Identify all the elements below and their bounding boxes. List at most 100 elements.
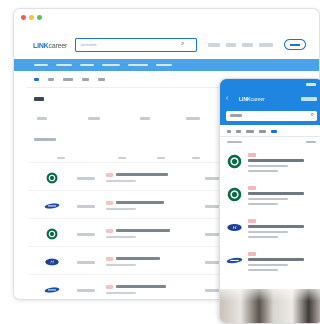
menu-item[interactable]: [80, 64, 94, 66]
status-bar: [220, 79, 320, 91]
header-link[interactable]: [242, 43, 253, 47]
job-detail: [248, 236, 278, 238]
search-input[interactable]: Jobkorea: [75, 38, 197, 52]
job-detail: [248, 269, 278, 271]
list-item[interactable]: [220, 149, 320, 175]
section-title: [34, 97, 44, 101]
job-detail: [248, 165, 288, 167]
tab[interactable]: [259, 130, 266, 133]
job-title-link[interactable]: [116, 173, 168, 176]
list-item[interactable]: [220, 248, 320, 274]
job-detail: [106, 292, 136, 294]
header-link[interactable]: [226, 43, 236, 47]
filter-search[interactable]: [186, 117, 200, 120]
job-detail: [248, 203, 278, 205]
tag-badge: [106, 229, 113, 233]
samsung-logo: [44, 284, 60, 296]
filter-dropdown[interactable]: [140, 117, 150, 120]
job-title-link[interactable]: [116, 229, 170, 232]
menu-item[interactable]: [128, 64, 148, 66]
tag-badge: [106, 257, 113, 261]
job-detail: [248, 231, 288, 233]
samsung-logo: [44, 200, 60, 212]
deadline-date: [205, 261, 219, 264]
job-detail: [106, 264, 136, 266]
header-link[interactable]: [259, 43, 273, 47]
tag-badge: [248, 219, 256, 223]
job-title-link[interactable]: [116, 285, 166, 288]
close-window-button[interactable]: [21, 15, 26, 20]
result-count: [34, 138, 56, 141]
deadline-date: [205, 205, 219, 208]
company-name[interactable]: [77, 177, 95, 180]
main-menu-bar: [14, 59, 319, 71]
mobile-result-tabs: [227, 130, 277, 133]
hyundai-logo: H: [44, 256, 60, 268]
result-count: [227, 141, 242, 143]
mobile-search-input[interactable]: ⌕: [226, 111, 317, 121]
tag-badge: [106, 285, 113, 289]
job-title-link[interactable]: [248, 258, 304, 261]
site-logo[interactable]: LINKcareer: [33, 43, 67, 50]
samsung-logo: [226, 253, 243, 268]
svg-text:H: H: [233, 225, 237, 231]
menu-item[interactable]: [34, 64, 48, 66]
result-tabs: [34, 78, 105, 81]
column-header: [118, 157, 126, 159]
job-detail: [106, 236, 136, 238]
minimize-window-button[interactable]: [29, 15, 34, 20]
filter-dropdown[interactable]: [88, 117, 100, 120]
header-link[interactable]: [208, 43, 220, 47]
mobile-header: ‹ LINKcareer ⌕: [220, 91, 320, 125]
column-header: [57, 157, 65, 159]
mobile-logo[interactable]: LINKcareer: [239, 97, 265, 103]
job-title-link[interactable]: [116, 201, 164, 204]
tab[interactable]: [246, 130, 254, 133]
tab[interactable]: [48, 78, 54, 81]
company-name[interactable]: [77, 205, 95, 208]
job-title-link[interactable]: [248, 225, 304, 228]
tag-badge: [248, 252, 256, 256]
job-title-link[interactable]: [248, 192, 304, 195]
menu-item[interactable]: [102, 64, 120, 66]
window-controls: [21, 15, 42, 20]
deadline-date: [205, 233, 219, 236]
list-item[interactable]: [220, 182, 320, 208]
mobile-phone-screen: ‹ LINKcareer ⌕ H: [219, 78, 320, 324]
tab[interactable]: [98, 78, 105, 81]
tag-badge: [106, 201, 113, 205]
filter-dropdown[interactable]: [37, 117, 47, 120]
maximize-window-button[interactable]: [37, 15, 42, 20]
sort-dropdown[interactable]: [306, 141, 316, 143]
login-button[interactable]: [284, 39, 306, 50]
search-icon[interactable]: ⌕: [311, 112, 314, 119]
back-arrow-icon[interactable]: ‹: [226, 95, 228, 102]
column-header: [192, 157, 200, 159]
company-name[interactable]: [77, 289, 95, 292]
company-name[interactable]: [77, 261, 95, 264]
company-name[interactable]: [77, 233, 95, 236]
column-header: [157, 157, 165, 159]
job-title-link[interactable]: [116, 257, 160, 260]
tab[interactable]: [82, 78, 89, 81]
menu-item[interactable]: [156, 64, 172, 66]
tab[interactable]: [227, 130, 231, 133]
tag-badge: [248, 153, 256, 157]
menu-item[interactable]: [56, 64, 72, 66]
tab-active[interactable]: [271, 130, 277, 133]
header-icons[interactable]: [301, 97, 317, 101]
deadline-date: [205, 177, 219, 180]
job-detail: [248, 170, 278, 172]
tab[interactable]: [236, 130, 241, 133]
search-icon[interactable]: ⌕: [181, 41, 187, 47]
list-item[interactable]: H: [220, 215, 320, 241]
hyundai-logo: H: [226, 220, 243, 235]
starbucks-logo: [226, 187, 243, 202]
job-detail: [106, 180, 136, 182]
job-detail: [106, 208, 136, 210]
tab-all[interactable]: [34, 78, 39, 81]
tab[interactable]: [63, 78, 73, 81]
job-detail: [248, 198, 288, 200]
job-title-link[interactable]: [248, 159, 304, 162]
job-detail: [248, 264, 288, 266]
